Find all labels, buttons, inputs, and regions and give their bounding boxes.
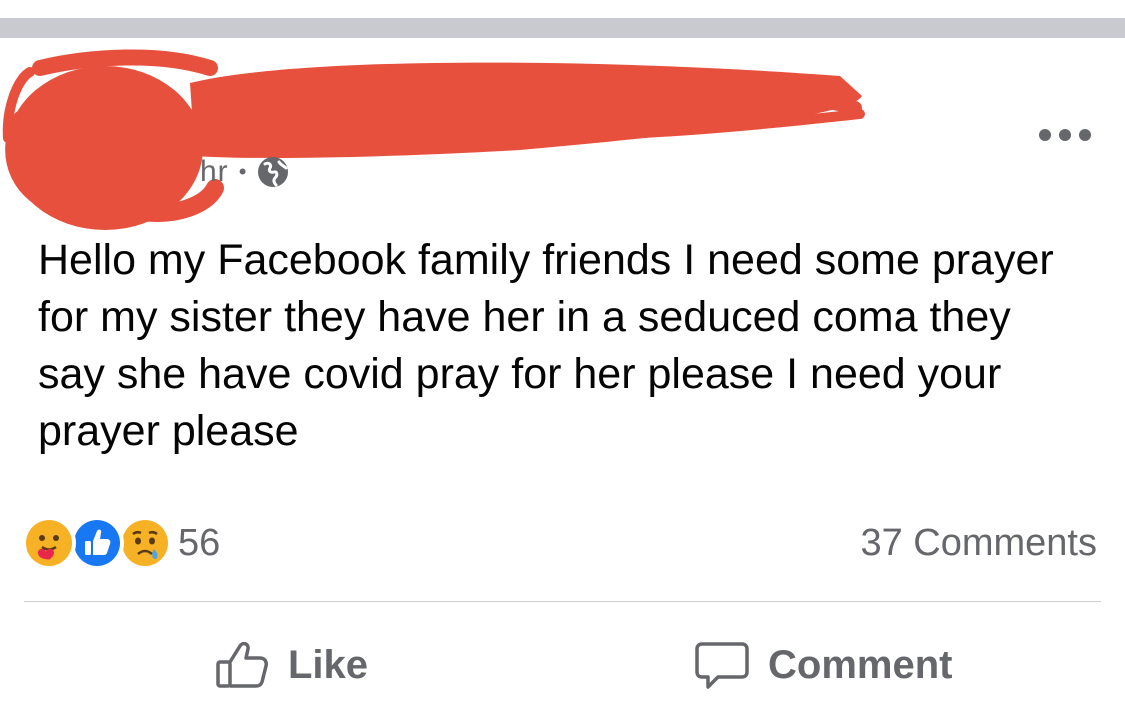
care-reaction-icon: [22, 516, 76, 570]
post-timestamp[interactable]: hr: [200, 155, 229, 189]
redaction-scribble: [2, 49, 865, 230]
meta-separator: •: [238, 159, 247, 184]
post-card: hr • Hello my Facebook family friends I …: [0, 38, 1125, 706]
comments-count-link[interactable]: 37 Comments: [860, 522, 1097, 565]
more-options-button[interactable]: [1035, 120, 1095, 150]
globe-icon[interactable]: [256, 155, 290, 189]
post-meta: hr •: [200, 152, 290, 192]
thumbs-up-icon: [216, 641, 268, 688]
sad-reaction-icon: [118, 516, 172, 570]
like-reaction-icon: [70, 516, 124, 570]
comment-label: Comment: [768, 642, 953, 687]
reactions-summary[interactable]: 56: [22, 516, 220, 570]
action-bar-divider: [24, 601, 1101, 602]
post-body-text: Hello my Facebook family friends I need …: [38, 236, 1066, 455]
reaction-icons-stack: [22, 516, 172, 570]
comment-bubble-icon: [695, 642, 749, 689]
like-button[interactable]: Like: [214, 638, 368, 692]
feed-separator: [0, 18, 1125, 38]
post-header: hr •: [0, 38, 1125, 230]
more-options-icon: [1039, 129, 1091, 141]
reaction-count: 56: [178, 521, 221, 564]
like-label: Like: [288, 642, 369, 687]
comment-button[interactable]: Comment: [694, 638, 952, 692]
